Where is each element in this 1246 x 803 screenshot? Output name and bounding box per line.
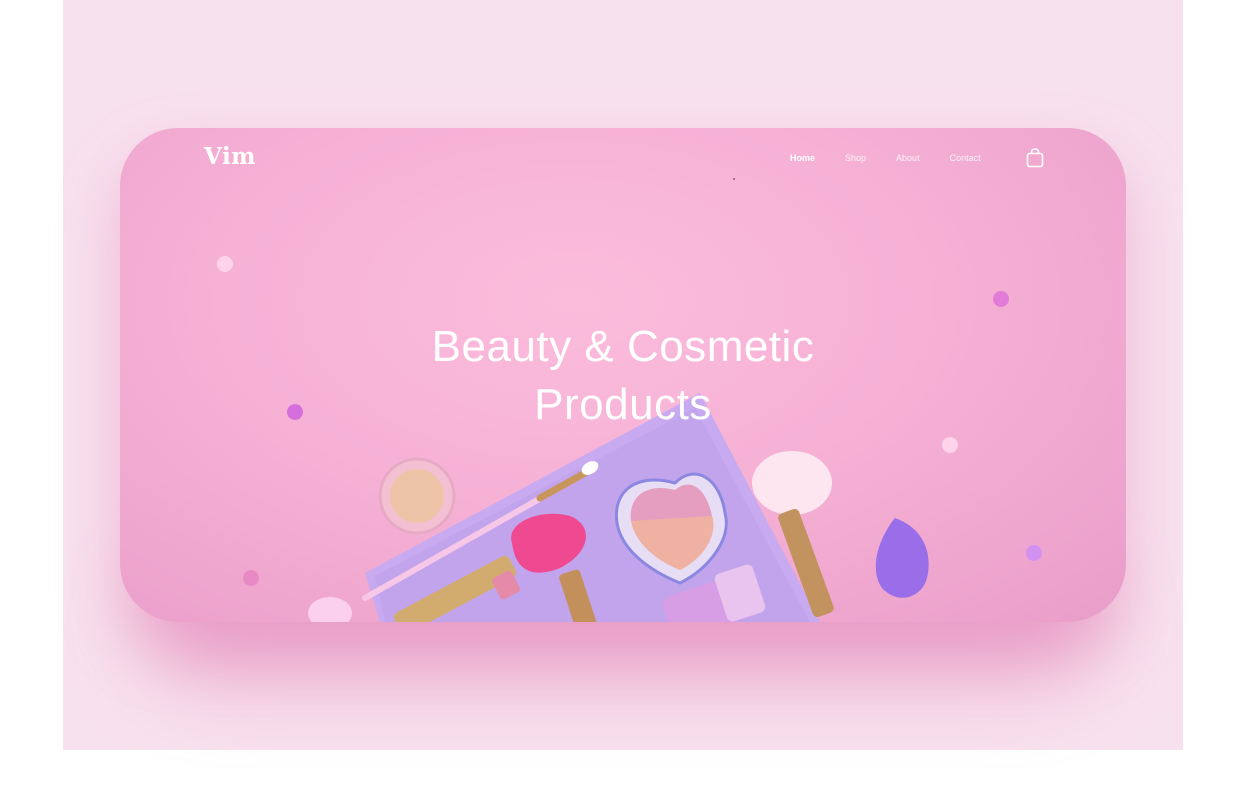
- brand-logo[interactable]: Vim: [204, 143, 256, 170]
- powder-brush: [752, 451, 832, 515]
- nav-home-link[interactable]: Home: [790, 153, 815, 163]
- purple-sponge: [875, 518, 929, 598]
- hero-title-line2: Products: [534, 380, 712, 429]
- shopping-bag-icon[interactable]: [1026, 148, 1044, 168]
- hero-title-line1: Beauty & Cosmetic: [431, 322, 815, 371]
- deco-dot: [993, 291, 1009, 307]
- hero-card: Vim Home Shop About Contact Beauty & Cos…: [120, 128, 1126, 622]
- hero-title: Beauty & Cosmetic Products: [120, 318, 1126, 434]
- deco-dot: [942, 437, 958, 453]
- deco-dot: [1026, 545, 1042, 561]
- nav-shop-link[interactable]: Shop: [845, 153, 866, 163]
- nav-about-link[interactable]: About: [896, 153, 920, 163]
- small-sponge: [308, 597, 352, 622]
- deco-dot: [243, 570, 259, 586]
- nav-contact-link[interactable]: Contact: [950, 153, 981, 163]
- deco-dot: [217, 256, 233, 272]
- main-nav: Home Shop About Contact: [790, 153, 1011, 163]
